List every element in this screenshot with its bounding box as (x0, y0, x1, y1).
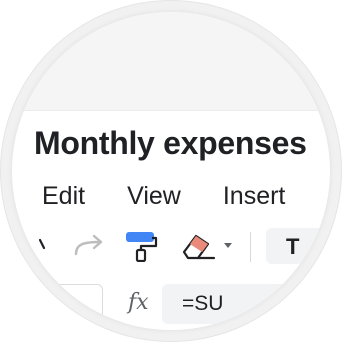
magnified-view: Monthly expenses Edit View Insert T fx =… (12, 12, 330, 330)
menu-insert[interactable]: Insert (223, 182, 286, 211)
menu-edit[interactable]: Edit (42, 182, 85, 211)
clear-formatting-icon[interactable] (180, 230, 240, 262)
formula-text: =SU (182, 292, 224, 315)
document-title[interactable]: Monthly expenses (34, 125, 307, 162)
name-box[interactable] (30, 284, 103, 326)
toolbar-separator (250, 232, 251, 262)
undo-icon[interactable] (36, 230, 56, 262)
text-format-button[interactable]: T (266, 228, 330, 264)
toolbar: T (12, 224, 330, 268)
formula-input[interactable]: =SU (162, 284, 302, 324)
text-format-label: T (286, 234, 300, 259)
paint-format-icon[interactable] (124, 230, 158, 262)
header-bar (12, 12, 330, 111)
menu-bar: Edit View Insert (42, 179, 327, 213)
menu-view[interactable]: View (127, 182, 181, 211)
redo-icon[interactable] (70, 230, 110, 262)
fx-icon: fx (128, 290, 149, 315)
formula-bar: fx =SU (12, 282, 330, 330)
